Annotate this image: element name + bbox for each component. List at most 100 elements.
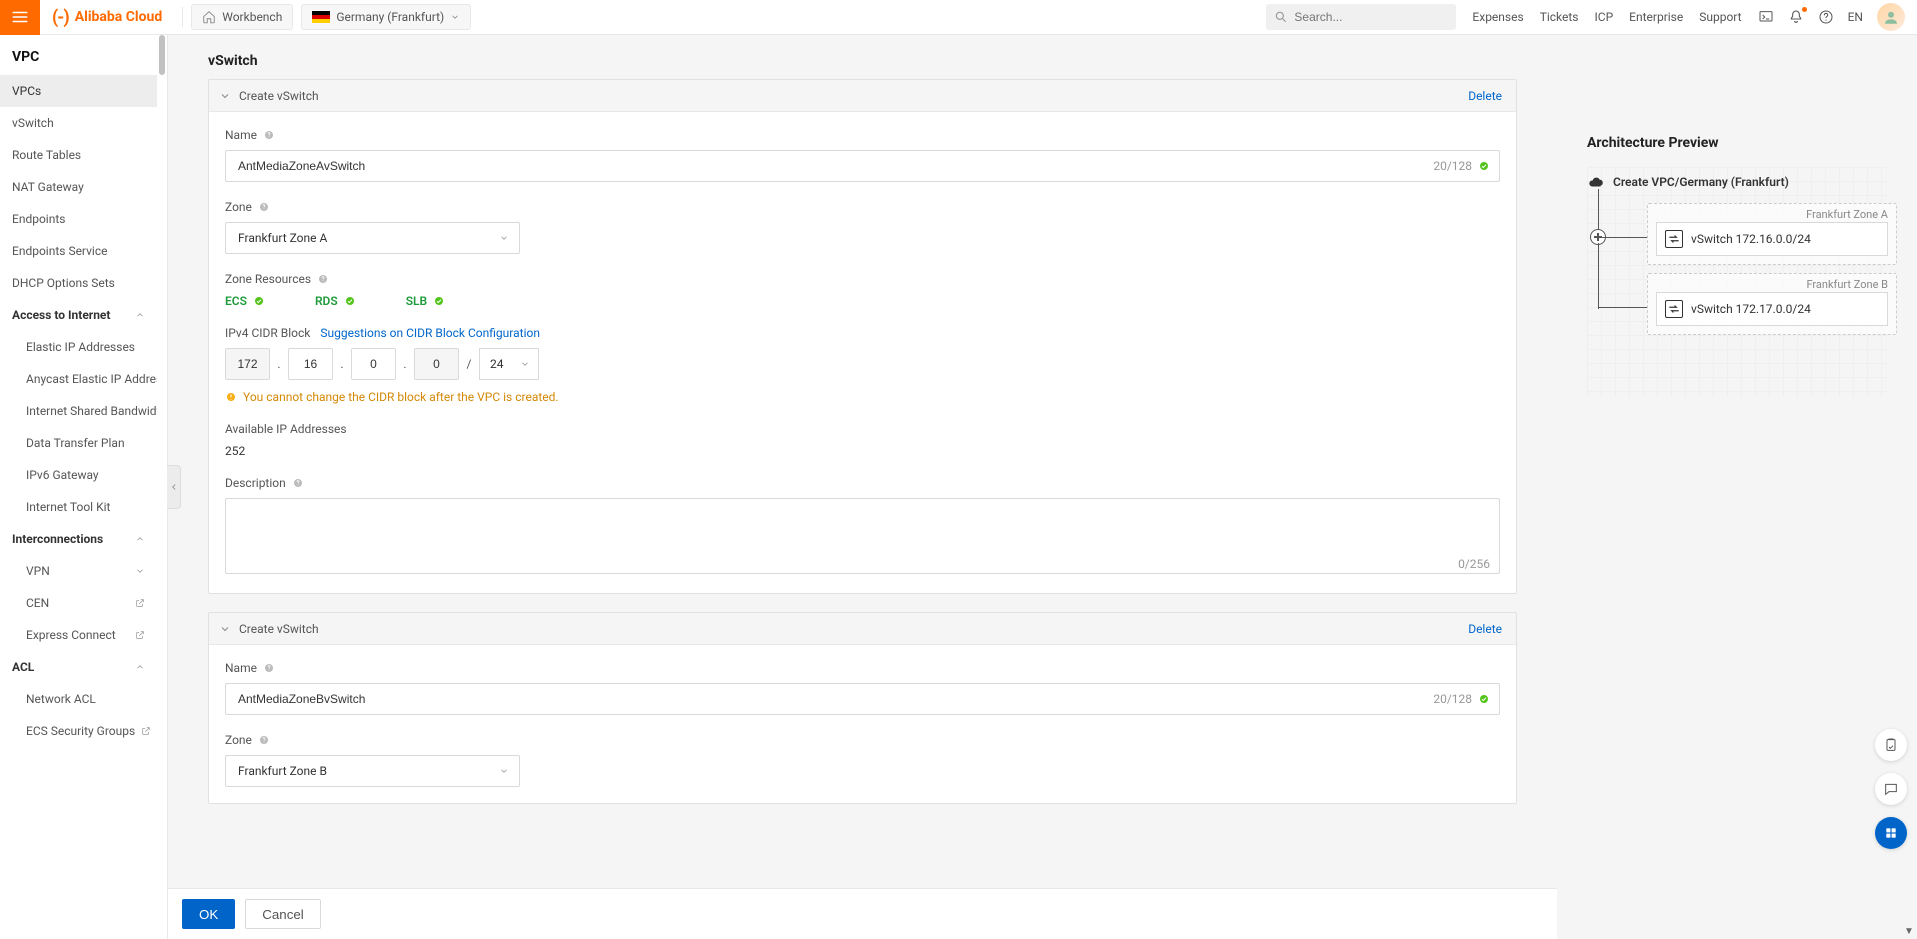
link-support[interactable]: Support — [1699, 10, 1741, 24]
sidebar-item[interactable]: NAT Gateway — [0, 171, 157, 203]
switch-icon — [1665, 300, 1683, 318]
help-icon[interactable] — [263, 129, 275, 141]
sidebar-sub-item[interactable]: VPN — [0, 555, 157, 587]
sidebar-sub-item[interactable]: ECS Security Groups — [0, 715, 157, 747]
sidebar-sub-item[interactable]: IPv6 Gateway — [0, 459, 157, 491]
sidebar-item[interactable]: DHCP Options Sets — [0, 267, 157, 299]
collapse-icon[interactable] — [219, 90, 231, 102]
preview-zone-b: Frankfurt Zone B vSwitch 172.17.0.0/24 — [1647, 273, 1897, 335]
logo-icon: (-) — [52, 7, 69, 28]
check-icon — [1478, 160, 1490, 172]
preview-vpc-node: Create VPC/Germany (Frankfurt) — [1587, 173, 1789, 191]
cloudshell-icon[interactable] — [1758, 9, 1774, 25]
sidebar-item[interactable]: vSwitch — [0, 107, 157, 139]
brand-logo[interactable]: (-) Alibaba Cloud — [40, 7, 174, 28]
warning-icon — [225, 391, 237, 403]
divider — [182, 7, 183, 27]
zone-select-a[interactable]: Frankfurt Zone A — [225, 222, 520, 254]
cancel-button[interactable]: Cancel — [245, 899, 321, 929]
top-bar: (-) Alibaba Cloud Workbench Germany (Fra… — [0, 0, 1917, 35]
sidebar-sub-item[interactable]: Data Transfer Plan — [0, 427, 157, 459]
name-input-b[interactable] — [225, 683, 1500, 715]
sidebar-item[interactable]: Endpoints Service — [0, 235, 157, 267]
sidebar-group[interactable]: ACL — [0, 651, 157, 683]
region-selector[interactable]: Germany (Frankfurt) — [301, 4, 471, 30]
panel-title: Create vSwitch — [239, 622, 319, 636]
cidr-suggestion-link[interactable]: Suggestions on CIDR Block Configuration — [320, 326, 540, 340]
sidebar-sub-item[interactable]: Express Connect — [0, 619, 157, 651]
footer-actions: OK Cancel — [168, 888, 1557, 939]
cidr-o4 — [414, 348, 459, 380]
vswitch-panel-b: Create vSwitch Delete Name 20/128 — [208, 612, 1517, 804]
help-icon[interactable] — [317, 273, 329, 285]
sidebar-item[interactable]: VPCs — [0, 75, 157, 107]
preview-title: Architecture Preview — [1587, 135, 1887, 151]
resource-ecs: ECS — [225, 294, 265, 308]
workbench-button[interactable]: Workbench — [191, 4, 293, 30]
sidebar-sub-item[interactable]: Internet Shared Bandwidth — [0, 395, 157, 427]
cidr-o3[interactable] — [351, 348, 396, 380]
preview-zone-a: Frankfurt Zone A vSwitch 172.16.0.0/24 — [1647, 203, 1897, 265]
description-input-a[interactable] — [225, 498, 1500, 574]
cidr-warning: You cannot change the CIDR block after t… — [225, 390, 1500, 404]
cidr-row: . . . / 24 — [225, 348, 1500, 380]
sidebar-collapse-handle[interactable] — [167, 465, 181, 509]
help-icon[interactable] — [263, 662, 275, 674]
zone-select-b[interactable]: Frankfurt Zone B — [225, 755, 520, 787]
help-icon[interactable] — [258, 201, 270, 213]
search-input[interactable] — [1266, 4, 1456, 30]
cidr-o2[interactable] — [288, 348, 333, 380]
name-input-a[interactable] — [225, 150, 1500, 182]
vswitch-panel-a: Create vSwitch Delete Name 20/128 — [208, 79, 1517, 594]
architecture-preview: Architecture Preview Create VPC/Germany … — [1557, 35, 1917, 939]
clipboard-tool[interactable] — [1875, 729, 1907, 761]
desc-counter: 0/256 — [1458, 557, 1490, 571]
ok-button[interactable]: OK — [182, 899, 235, 929]
cloud-icon — [1587, 173, 1605, 191]
collapse-icon[interactable] — [219, 623, 231, 635]
bell-icon[interactable] — [1788, 9, 1804, 25]
link-icp[interactable]: ICP — [1595, 10, 1614, 24]
help-icon[interactable] — [292, 477, 304, 489]
top-links: Expenses Tickets ICP Enterprise Support — [1472, 10, 1741, 24]
sidebar-title: VPC — [0, 35, 167, 75]
link-expenses[interactable]: Expenses — [1472, 10, 1523, 24]
sidebar-sub-item[interactable]: Anycast Elastic IP Addresses — [0, 363, 157, 395]
lang-toggle[interactable]: EN — [1848, 10, 1863, 24]
sidebar: VPC VPCsvSwitchRoute TablesNAT GatewayEn… — [0, 35, 168, 939]
link-enterprise[interactable]: Enterprise — [1629, 10, 1683, 24]
floating-tools — [1875, 729, 1907, 849]
scroll-indicator[interactable]: ▼ — [1901, 923, 1917, 939]
delete-link[interactable]: Delete — [1468, 622, 1502, 636]
avatar[interactable] — [1877, 3, 1905, 31]
sidebar-group[interactable]: Access to Internet — [0, 299, 157, 331]
delete-link[interactable]: Delete — [1468, 89, 1502, 103]
chat-tool[interactable] — [1875, 773, 1907, 805]
section-title: vSwitch — [208, 53, 1517, 69]
sidebar-item[interactable]: Endpoints — [0, 203, 157, 235]
help-icon[interactable] — [258, 734, 270, 746]
content: vSwitch Create vSwitch Delete Name — [168, 35, 1917, 939]
sidebar-item[interactable]: Route Tables — [0, 139, 157, 171]
sidebar-group[interactable]: Interconnections — [0, 523, 157, 555]
sidebar-sub-item[interactable]: Elastic IP Addresses — [0, 331, 157, 363]
link-tickets[interactable]: Tickets — [1540, 10, 1579, 24]
resource-slb: SLB — [406, 294, 445, 308]
apps-tool[interactable] — [1875, 817, 1907, 849]
menu-button[interactable] — [0, 0, 40, 35]
switch-icon — [1665, 230, 1683, 248]
cidr-o1 — [225, 348, 270, 380]
form-column: vSwitch Create vSwitch Delete Name — [168, 35, 1557, 939]
chevron-down-icon — [499, 766, 509, 776]
flag-de-icon — [312, 11, 330, 23]
sidebar-scrollbar[interactable] — [157, 35, 167, 939]
sidebar-sub-item[interactable]: CEN — [0, 587, 157, 619]
help-icon[interactable] — [1818, 9, 1834, 25]
sidebar-sub-item[interactable]: Network ACL — [0, 683, 157, 715]
preview-switch-b: vSwitch 172.17.0.0/24 — [1656, 292, 1888, 326]
chevron-down-icon — [499, 233, 509, 243]
preview-switch-a: vSwitch 172.16.0.0/24 — [1656, 222, 1888, 256]
cidr-mask-select[interactable]: 24 — [479, 348, 539, 380]
sidebar-sub-item[interactable]: Internet Tool Kit — [0, 491, 157, 523]
available-ips: 252 — [225, 444, 1500, 458]
